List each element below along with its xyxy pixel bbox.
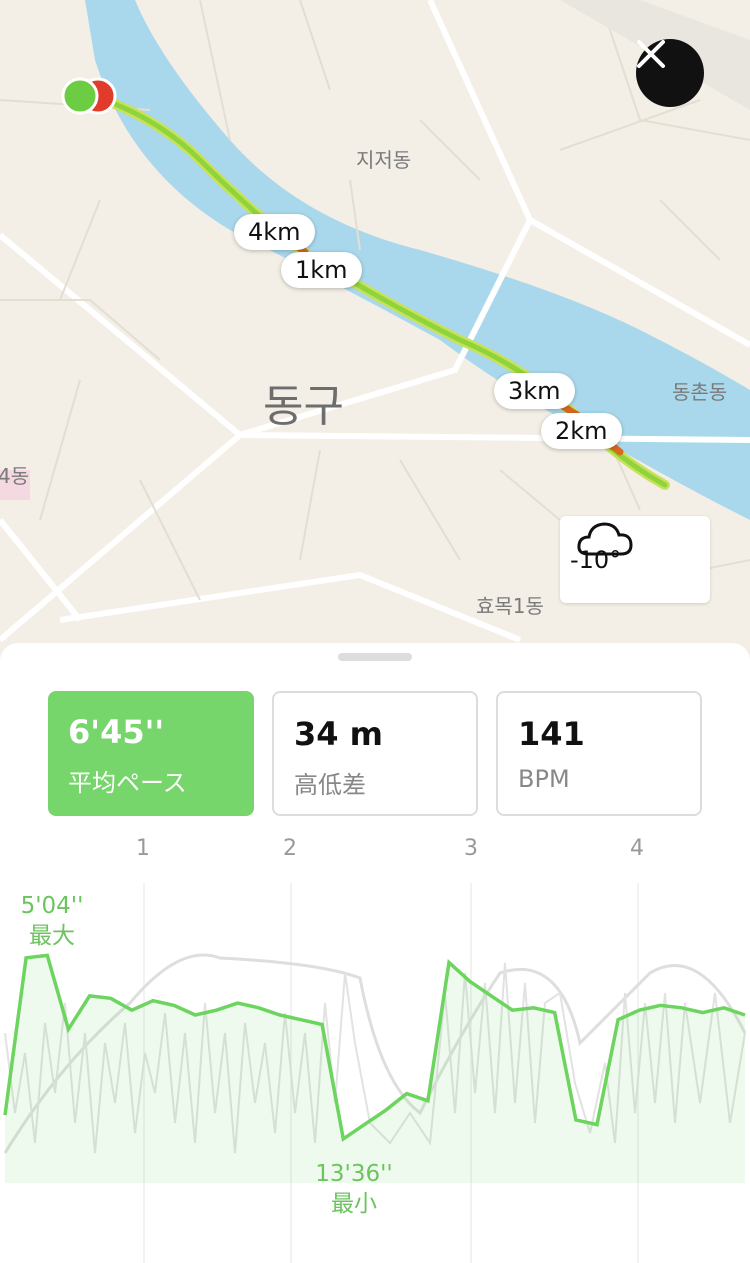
x-tick: 2 (283, 836, 297, 861)
x-tick: 1 (136, 836, 150, 861)
district-label-large: 동구 (263, 381, 344, 432)
district-label: 효목1동 (476, 594, 544, 618)
max-label: 最大 (29, 923, 75, 949)
x-tick: 3 (464, 836, 478, 861)
km-marker[interactable]: 3km (494, 373, 575, 409)
heart-rate-value: 141 (518, 715, 585, 753)
stats-sheet: 6'45'' 平均ペース 34 m 高低差 141 BPM 1 2 3 4 5'… (0, 643, 750, 1263)
min-annotation: 13'36'' 最小 (302, 1159, 406, 1219)
max-value: 5'04'' (20, 893, 84, 919)
elevation-value: 34 m (294, 715, 384, 753)
km-marker[interactable]: 4km (234, 214, 315, 250)
district-label: 지저동 (356, 148, 412, 172)
district-label: 4동 (0, 464, 30, 488)
pace-value: 6'45'' (68, 713, 165, 751)
weather-badge: -10° (560, 516, 710, 603)
min-value: 13'36'' (315, 1161, 393, 1187)
route-map[interactable]: 지저동 동구 동촌동 효목1동 4동 1km 2km 3km 4km -10° (0, 0, 750, 660)
elevation-card[interactable]: 34 m 高低差 (272, 691, 478, 816)
heart-rate-card[interactable]: 141 BPM (496, 691, 702, 816)
max-annotation: 5'04'' 最大 (12, 891, 92, 951)
elevation-label: 高低差 (294, 771, 366, 799)
close-button[interactable] (636, 39, 704, 107)
km-marker[interactable]: 1km (281, 252, 362, 288)
close-icon (637, 40, 665, 68)
km-marker[interactable]: 2km (541, 413, 622, 449)
x-tick: 4 (630, 836, 644, 861)
pace-label: 平均ペース (68, 769, 187, 797)
district-label: 동촌동 (672, 380, 728, 404)
drag-handle[interactable] (338, 653, 412, 661)
cloud-icon (577, 522, 633, 556)
min-label: 最小 (331, 1191, 377, 1217)
pace-card[interactable]: 6'45'' 平均ペース (48, 691, 254, 816)
heart-rate-label: BPM (518, 765, 570, 793)
